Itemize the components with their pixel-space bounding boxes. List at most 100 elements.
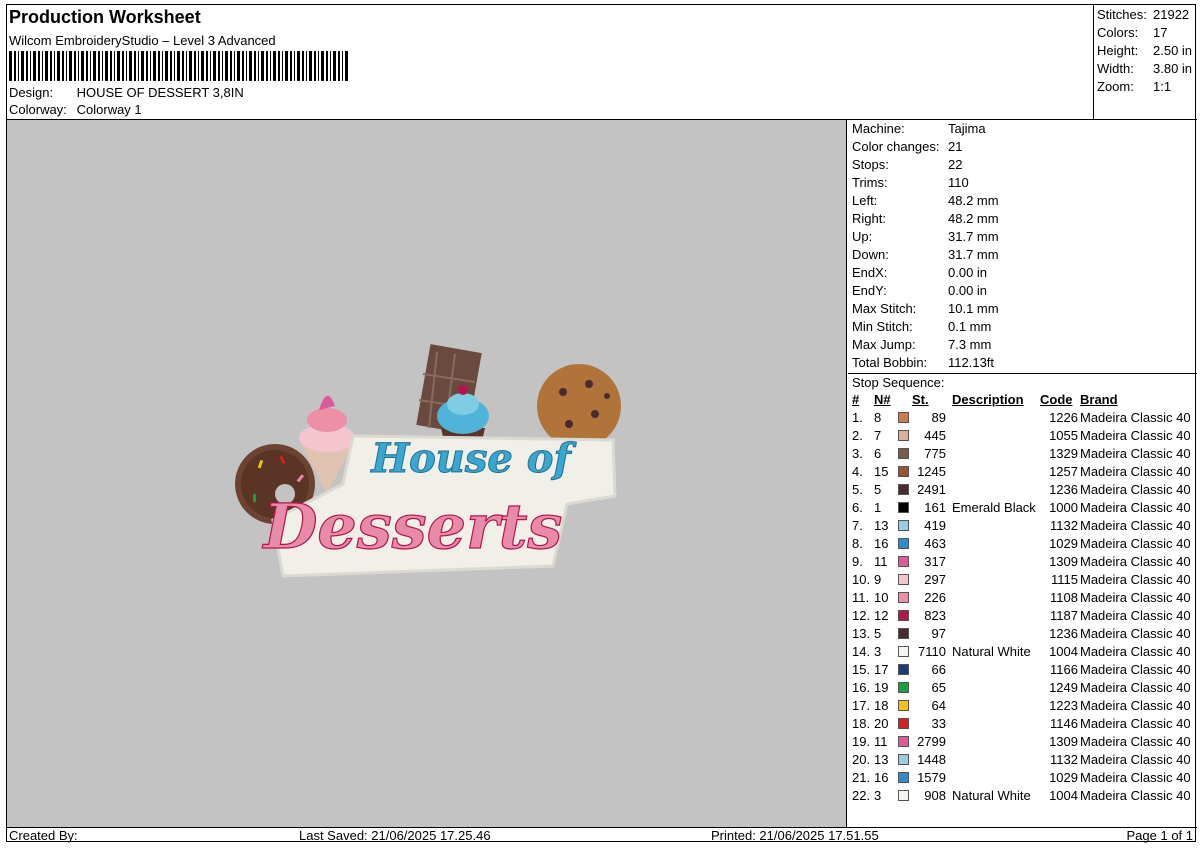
color-swatch — [898, 535, 912, 553]
row-brand: Madeira Classic 40 — [1080, 752, 1191, 767]
info-label: Max Stitch: — [852, 301, 917, 316]
row-code: 1257 — [1049, 464, 1078, 479]
row-brand: Madeira Classic 40 — [1080, 590, 1191, 605]
row-needle: 3 — [874, 788, 882, 803]
thread-color-swatch — [898, 772, 909, 784]
row-stitches: 64 — [931, 698, 946, 713]
col-description: Description — [952, 392, 1024, 407]
row-needle: 9 — [874, 572, 882, 587]
row-description: Emerald Black — [952, 500, 1036, 515]
stat-row: Stitches: 21922 — [1097, 6, 1197, 24]
row-brand: Madeira Classic 40 — [1080, 698, 1191, 713]
info-label: Max Jump: — [852, 337, 916, 352]
row-brand: Madeira Classic 40 — [1080, 788, 1191, 803]
row-index: 16. — [852, 680, 871, 695]
info-panel: Machine: Tajima Color changes: 21 Stops: 22 Tr… — [848, 120, 1197, 827]
stop-sequence-title: Stop Sequence: — [848, 373, 1197, 391]
row-code: 1146 — [1050, 716, 1078, 731]
row-description — [948, 409, 1040, 427]
table-row: 2. 7 445 1055 Madeira Classic 40 — [848, 427, 1197, 445]
design-preview: House of Desserts — [7, 120, 847, 827]
thread-color-swatch — [898, 430, 909, 442]
row-description — [948, 715, 1040, 733]
row-code: 1309 — [1049, 734, 1078, 749]
table-row: 1. 8 89 1226 Madeira Classic 40 — [848, 409, 1197, 427]
table-row: 18. 20 33 1146 Madeira Classic 40 — [848, 715, 1197, 733]
thread-color-swatch — [898, 484, 909, 496]
info-label: Stops: — [852, 157, 889, 172]
stat-label: Stitches: — [1097, 7, 1147, 22]
stat-value: 3.80 in — [1153, 61, 1193, 76]
info-value: 48.2 mm — [948, 211, 999, 226]
created-by: Created By: — [9, 828, 78, 843]
row-brand: Madeira Classic 40 — [1080, 428, 1191, 443]
row-index: 11. — [852, 590, 870, 605]
colorway-line: Colorway: Colorway 1 — [9, 102, 142, 117]
row-code: 1236 — [1049, 482, 1078, 497]
info-row: Max Stitch: 10.1 mm — [848, 300, 1197, 318]
row-code: 1166 — [1050, 662, 1078, 677]
row-code: 1004 — [1049, 788, 1078, 803]
row-index: 5. — [852, 482, 863, 497]
row-index: 19. — [852, 734, 871, 749]
row-code: 1004 — [1049, 644, 1078, 659]
row-stitches: 775 — [924, 446, 946, 461]
info-row: Max Jump: 7.3 mm — [848, 336, 1197, 354]
color-swatch — [898, 517, 912, 535]
table-row: 16. 19 65 1249 Madeira Classic 40 — [848, 679, 1197, 697]
row-needle: 17 — [874, 662, 889, 677]
footer: Created By: Last Saved: 21/06/2025 17.25… — [7, 827, 1197, 843]
table-row: 21. 16 1579 1029 Madeira Classic 40 — [848, 769, 1197, 787]
table-row: 14. 3 7110 Natural White 1004 Madeira Classic… — [848, 643, 1197, 661]
row-description: Natural White — [952, 644, 1031, 659]
table-row: 20. 13 1448 1132 Madeira Classic 40 — [848, 751, 1197, 769]
row-brand: Madeira Classic 40 — [1080, 608, 1191, 623]
row-code: 1132 — [1050, 752, 1078, 767]
row-description — [948, 553, 1040, 571]
row-code: 1029 — [1049, 770, 1078, 785]
table-row: 10. 9 297 1115 Madeira Classic 40 — [848, 571, 1197, 589]
stat-label: Height: — [1097, 43, 1139, 58]
row-needle: 3 — [874, 644, 882, 659]
info-row: EndY: 0.00 in — [848, 282, 1197, 300]
row-brand: Madeira Classic 40 — [1080, 770, 1191, 785]
row-index: 15. — [852, 662, 871, 677]
row-stitches: 161 — [924, 500, 946, 515]
row-brand: Madeira Classic 40 — [1080, 500, 1191, 515]
row-code: 1329 — [1049, 446, 1078, 461]
color-swatch — [898, 661, 912, 679]
row-index: 22. — [852, 788, 871, 803]
info-value: 21 — [948, 139, 963, 154]
row-stitches: 89 — [931, 410, 946, 425]
table-row: 19. 11 2799 1309 Madeira Classic 40 — [848, 733, 1197, 751]
info-value: 31.7 mm — [948, 229, 999, 244]
row-description — [948, 697, 1040, 715]
row-stitches: 823 — [924, 608, 946, 623]
row-index: 2. — [852, 428, 863, 443]
color-swatch — [898, 445, 912, 463]
row-code: 1115 — [1051, 572, 1078, 587]
info-label: EndX: — [852, 265, 888, 280]
row-code: 1309 — [1049, 554, 1078, 569]
info-row: Right: 48.2 mm — [848, 210, 1197, 228]
stat-label: Zoom: — [1097, 79, 1134, 94]
stat-value: 17 — [1153, 25, 1168, 40]
info-label: Machine: — [852, 121, 905, 136]
row-stitches: 7110 — [918, 644, 946, 659]
info-label: Left: — [852, 193, 878, 208]
stop-sequence-table: # N# St. Description Code Brand 1. 8 89 122… — [848, 391, 1197, 805]
table-row: 15. 17 66 1166 Madeira Classic 40 — [848, 661, 1197, 679]
color-swatch — [898, 499, 912, 517]
stat-value: 1:1 — [1153, 79, 1172, 94]
color-swatch — [898, 751, 912, 769]
row-brand: Madeira Classic 40 — [1080, 572, 1191, 587]
row-brand: Madeira Classic 40 — [1080, 716, 1191, 731]
thread-color-swatch — [898, 502, 909, 514]
thread-color-swatch — [898, 664, 909, 676]
row-description — [948, 661, 1040, 679]
row-stitches: 908 — [924, 788, 946, 803]
row-brand: Madeira Classic 40 — [1080, 464, 1191, 479]
row-index: 20. — [852, 752, 871, 767]
info-row: Up: 31.7 mm — [848, 228, 1197, 246]
row-stitches: 65 — [931, 680, 946, 695]
